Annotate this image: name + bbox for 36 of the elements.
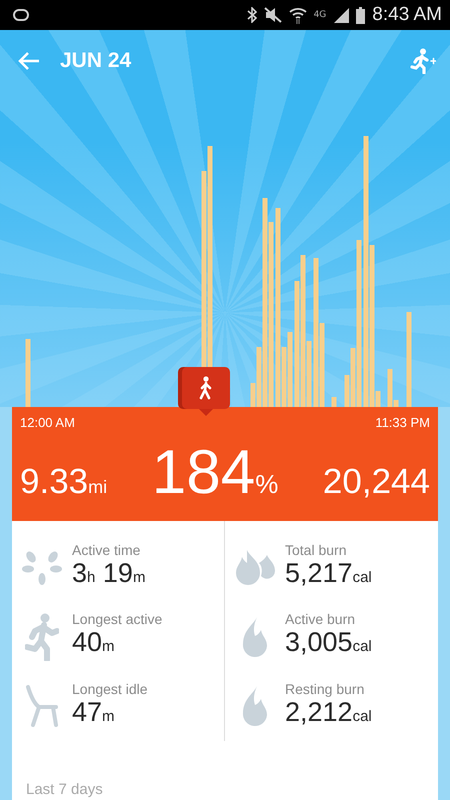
stat-label: Longest active (72, 611, 162, 628)
walker-pin-icon (178, 367, 230, 417)
flame-icon (240, 685, 270, 728)
runner-icon (25, 612, 59, 661)
mute-icon (264, 7, 282, 23)
start-time: 12:00 AM (20, 415, 75, 430)
stat-value: 3,005cal (285, 627, 372, 660)
battery-icon (356, 6, 366, 24)
distance-value: 9.33mi (20, 462, 108, 502)
stat-value: 2,212cal (285, 696, 372, 729)
stat-value: 5,217cal (285, 558, 372, 590)
signal-icon (333, 7, 350, 23)
stat-value: 3h 19m (72, 558, 146, 590)
chair-icon (25, 685, 59, 728)
stat-label: Resting burn (285, 680, 366, 697)
back-button[interactable] (18, 52, 40, 70)
stat-label: Longest idle (72, 680, 148, 697)
stat-label: Active burn (285, 611, 356, 628)
bluetooth-icon (246, 7, 257, 23)
clock: 8:43 AM (372, 4, 442, 26)
burst-icon (22, 548, 62, 587)
end-time: 11:33 PM (375, 415, 430, 430)
flames-icon (234, 548, 276, 587)
add-activity-button[interactable] (410, 48, 436, 74)
date-title: JUN 24 (60, 49, 132, 73)
stat-value: 47m (72, 696, 115, 729)
wifi-icon (288, 6, 307, 24)
section-title: Last 7 days (26, 781, 103, 798)
stat-value: 40m (72, 627, 116, 660)
app-icon (12, 8, 30, 22)
stat-label: Total burn (285, 542, 348, 558)
step-count: 20,244 (322, 462, 430, 502)
stat-label: Active time (72, 542, 142, 558)
goal-percentage: 184% (152, 444, 278, 502)
network-label: 4G (314, 10, 326, 20)
flame-icon (240, 616, 270, 658)
